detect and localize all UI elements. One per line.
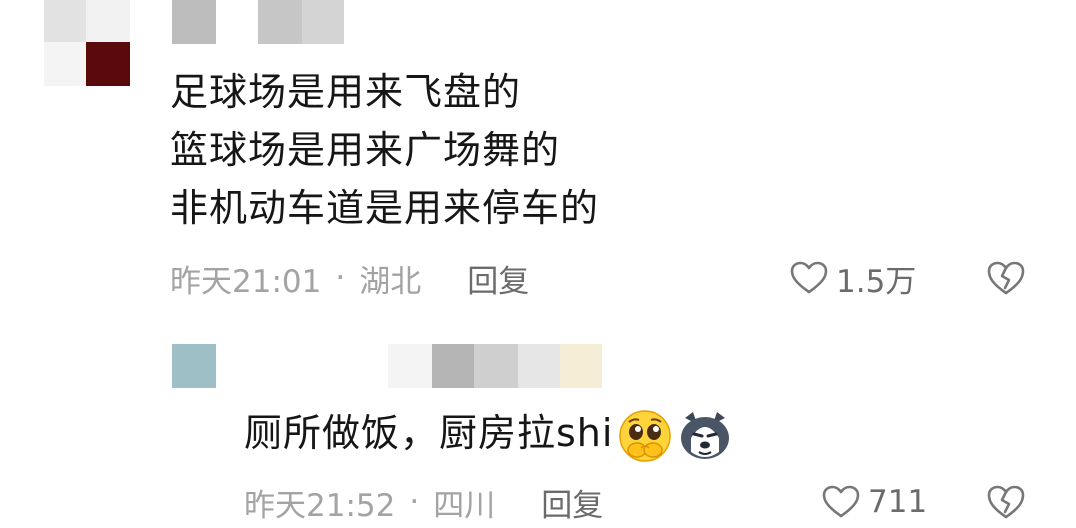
dislike-button[interactable] — [986, 482, 1026, 522]
comment-line: 篮球场是用来广场舞的 — [170, 128, 561, 172]
reply-text-row: 厕所做饭，厨房拉shi — [244, 404, 733, 464]
heart-icon — [822, 485, 860, 518]
reply-button[interactable]: 回复 — [541, 480, 603, 525]
like-count: 1.5万 — [836, 263, 917, 300]
like-button[interactable]: 1.5万 — [790, 258, 917, 300]
username[interactable] — [388, 344, 602, 388]
reply-meta: 昨天21:52 · 四川 回复 — [244, 480, 603, 525]
comment-text: 足球场是用来飞盘的 篮球场是用来广场舞的 非机动车道是用来停车的 — [170, 63, 599, 237]
timestamp: 昨天21:01 — [170, 263, 322, 300]
comment-line: 非机动车道是用来停车的 — [170, 186, 600, 230]
reply-button[interactable]: 回复 — [467, 256, 529, 301]
comment-line: 足球场是用来飞盘的 — [170, 70, 522, 114]
like-button[interactable]: 711 — [822, 482, 927, 522]
broken-heart-icon — [987, 485, 1025, 519]
like-count: 711 — [868, 484, 928, 520]
separator: · — [409, 484, 420, 520]
heart-icon — [790, 261, 828, 294]
avatar[interactable] — [172, 344, 216, 388]
dislike-button[interactable] — [986, 258, 1026, 298]
pleading-face-emoji — [619, 409, 672, 462]
separator: · — [335, 260, 346, 296]
timestamp: 昨天21:52 — [244, 487, 396, 524]
location: 四川 — [433, 487, 496, 524]
reply-text: 厕所做饭，厨房拉shi — [244, 411, 614, 455]
comment-meta: 昨天21:01 · 湖北 回复 — [170, 256, 529, 301]
username[interactable] — [172, 0, 344, 44]
location: 湖北 — [359, 263, 422, 300]
avatar[interactable] — [44, 0, 130, 86]
broken-heart-icon — [987, 261, 1025, 295]
husky-dog-emoji — [681, 411, 730, 459]
